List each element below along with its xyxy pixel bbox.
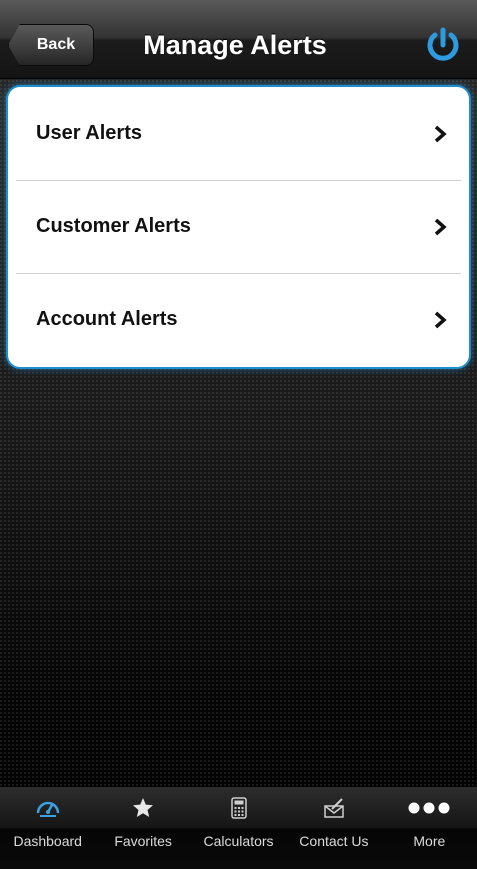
tab-label: Favorites bbox=[114, 833, 172, 849]
back-button[interactable]: Back bbox=[8, 24, 94, 66]
tab-more[interactable]: More bbox=[382, 787, 477, 869]
list-item-label: User Alerts bbox=[36, 122, 142, 144]
tab-label: More bbox=[413, 833, 446, 849]
list-item-label: Customer Alerts bbox=[36, 215, 191, 237]
chevron-right-icon bbox=[434, 311, 447, 328]
navigation-bar: Back Manage Alerts bbox=[0, 0, 477, 79]
mail-icon bbox=[324, 798, 344, 818]
alerts-list: User Alerts Customer Alerts Account Aler… bbox=[8, 87, 469, 367]
tab-label: Dashboard bbox=[13, 833, 82, 849]
page-title: Manage Alerts bbox=[143, 29, 327, 60]
chevron-right-icon bbox=[434, 125, 447, 142]
tab-favorites[interactable]: Favorites bbox=[95, 787, 190, 869]
gauge-icon bbox=[36, 801, 59, 817]
tab-dashboard[interactable]: Dashboard bbox=[0, 787, 95, 869]
list-item-label: Account Alerts bbox=[36, 308, 178, 330]
more-icon bbox=[408, 802, 450, 814]
list-item-account-alerts[interactable]: Account Alerts bbox=[8, 273, 469, 366]
tab-contact-us[interactable]: Contact Us bbox=[286, 787, 381, 869]
tab-label: Contact Us bbox=[299, 833, 369, 849]
calculator-icon bbox=[230, 797, 247, 819]
screen: Back Manage Alerts User Alerts Customer … bbox=[0, 0, 477, 869]
star-icon bbox=[133, 798, 154, 817]
power-icon bbox=[427, 27, 459, 61]
list-item-customer-alerts[interactable]: Customer Alerts bbox=[8, 180, 469, 273]
chevron-right-icon bbox=[434, 218, 447, 235]
logout-button[interactable] bbox=[419, 22, 467, 70]
list-item-user-alerts[interactable]: User Alerts bbox=[8, 87, 469, 180]
tab-bar: Dashboard Favorites Calculators Contact … bbox=[0, 787, 477, 869]
tab-calculators[interactable]: Calculators bbox=[191, 787, 286, 869]
tab-label: Calculators bbox=[203, 833, 274, 849]
